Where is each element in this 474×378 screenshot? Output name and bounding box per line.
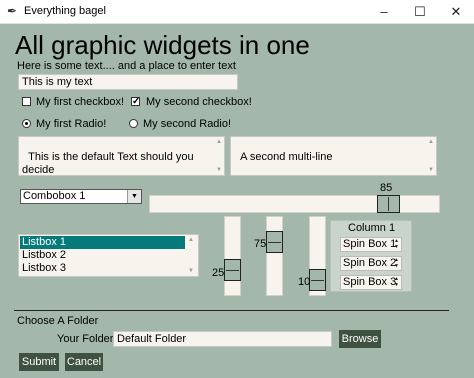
- scroll-down-icon[interactable]: ▼: [216, 167, 222, 173]
- divider: [14, 310, 449, 311]
- vertical-slider-2-handle[interactable]: [266, 231, 283, 253]
- feather-icon: ✒: [7, 4, 18, 18]
- second-radio[interactable]: [129, 119, 138, 128]
- combobox-value: Combobox 1: [23, 190, 86, 202]
- vertical-slider-1-handle[interactable]: [224, 259, 241, 281]
- vertical-slider-3-handle[interactable]: [309, 269, 326, 291]
- folder-section-label: Choose A Folder: [17, 315, 99, 327]
- first-radio-label[interactable]: My first Radio!: [36, 118, 106, 130]
- combobox[interactable]: Combobox 1 ▼: [20, 189, 142, 204]
- listbox-scrollbar[interactable]: ▲ ▼: [186, 236, 196, 275]
- spin-arrows-icon[interactable]: ▲ ▼: [393, 238, 400, 251]
- chevron-down-icon[interactable]: ▼: [127, 190, 141, 203]
- cancel-button[interactable]: Cancel: [65, 353, 103, 371]
- scroll-up-icon[interactable]: ▲: [188, 237, 194, 243]
- second-radio-label[interactable]: My second Radio!: [143, 118, 231, 130]
- column-title: Column 1: [348, 222, 396, 234]
- window-title: Everything bagel: [24, 5, 106, 17]
- vertical-slider-1-trough[interactable]: [224, 216, 241, 296]
- maximize-button[interactable]: ☐: [402, 0, 438, 23]
- scroll-up-icon[interactable]: ▲: [428, 139, 434, 145]
- folder-field-label: Your Folder: [57, 333, 114, 345]
- close-button[interactable]: ✕: [438, 0, 474, 23]
- scroll-down-icon[interactable]: ▼: [428, 167, 434, 173]
- browse-button[interactable]: Browse: [339, 330, 381, 348]
- listbox-item[interactable]: Listbox 1: [20, 236, 185, 249]
- text-entry-input[interactable]: This is my text: [18, 74, 238, 90]
- spinbox-3[interactable]: Spin Box 3 ▲ ▼: [340, 275, 402, 290]
- multiline-text-1-content: This is the default Text should you deci…: [22, 151, 194, 176]
- horizontal-slider-handle[interactable]: [377, 195, 400, 213]
- vertical-slider-2-value: 75: [254, 238, 267, 250]
- scroll-down-icon[interactable]: ▼: [188, 268, 194, 274]
- first-checkbox[interactable]: [22, 97, 31, 106]
- spinbox-3-value: Spin Box 3: [343, 276, 397, 288]
- subtext-label: Here is some text.... and a place to ent…: [17, 60, 236, 72]
- spinbox-1-value: Spin Box 1: [343, 238, 397, 250]
- spinbox-2-value: Spin Box 2: [343, 257, 397, 269]
- spinbox-1[interactable]: Spin Box 1 ▲ ▼: [340, 237, 402, 252]
- second-checkbox-label[interactable]: My second checkbox!: [146, 96, 252, 108]
- page-title: All graphic widgets in one: [15, 30, 310, 60]
- multiline-text-1[interactable]: This is the default Text should you deci…: [18, 136, 225, 176]
- vertical-slider-1-value: 25: [212, 267, 225, 279]
- second-checkbox[interactable]: ✓: [131, 97, 140, 107]
- submit-button[interactable]: Submit: [19, 353, 59, 371]
- listbox-item[interactable]: Listbox 2: [20, 249, 185, 262]
- radio-selected-dot: [25, 122, 28, 125]
- first-checkbox-label[interactable]: My first checkbox!: [36, 96, 124, 108]
- vertical-slider-2-trough[interactable]: [266, 216, 283, 296]
- horizontal-slider-value: 85: [380, 182, 393, 194]
- minimize-button[interactable]: –: [366, 0, 402, 23]
- scroll-up-icon[interactable]: ▲: [216, 139, 222, 145]
- spin-arrows-icon[interactable]: ▲ ▼: [393, 257, 400, 270]
- vertical-slider-3-value: 10: [298, 276, 311, 288]
- folder-input[interactable]: Default Folder: [113, 331, 332, 347]
- first-radio[interactable]: [22, 119, 31, 128]
- spinbox-2[interactable]: Spin Box 2 ▲ ▼: [340, 256, 402, 271]
- multiline-text-2-content: A second multi-line: [240, 151, 333, 163]
- listbox-item[interactable]: Listbox 3: [20, 262, 185, 275]
- multiline-text-2[interactable]: A second multi-line ▲ ▼: [230, 136, 437, 176]
- spin-arrows-icon[interactable]: ▲ ▼: [393, 276, 400, 289]
- listbox[interactable]: Listbox 1 Listbox 2 Listbox 3 ▲ ▼: [18, 234, 199, 277]
